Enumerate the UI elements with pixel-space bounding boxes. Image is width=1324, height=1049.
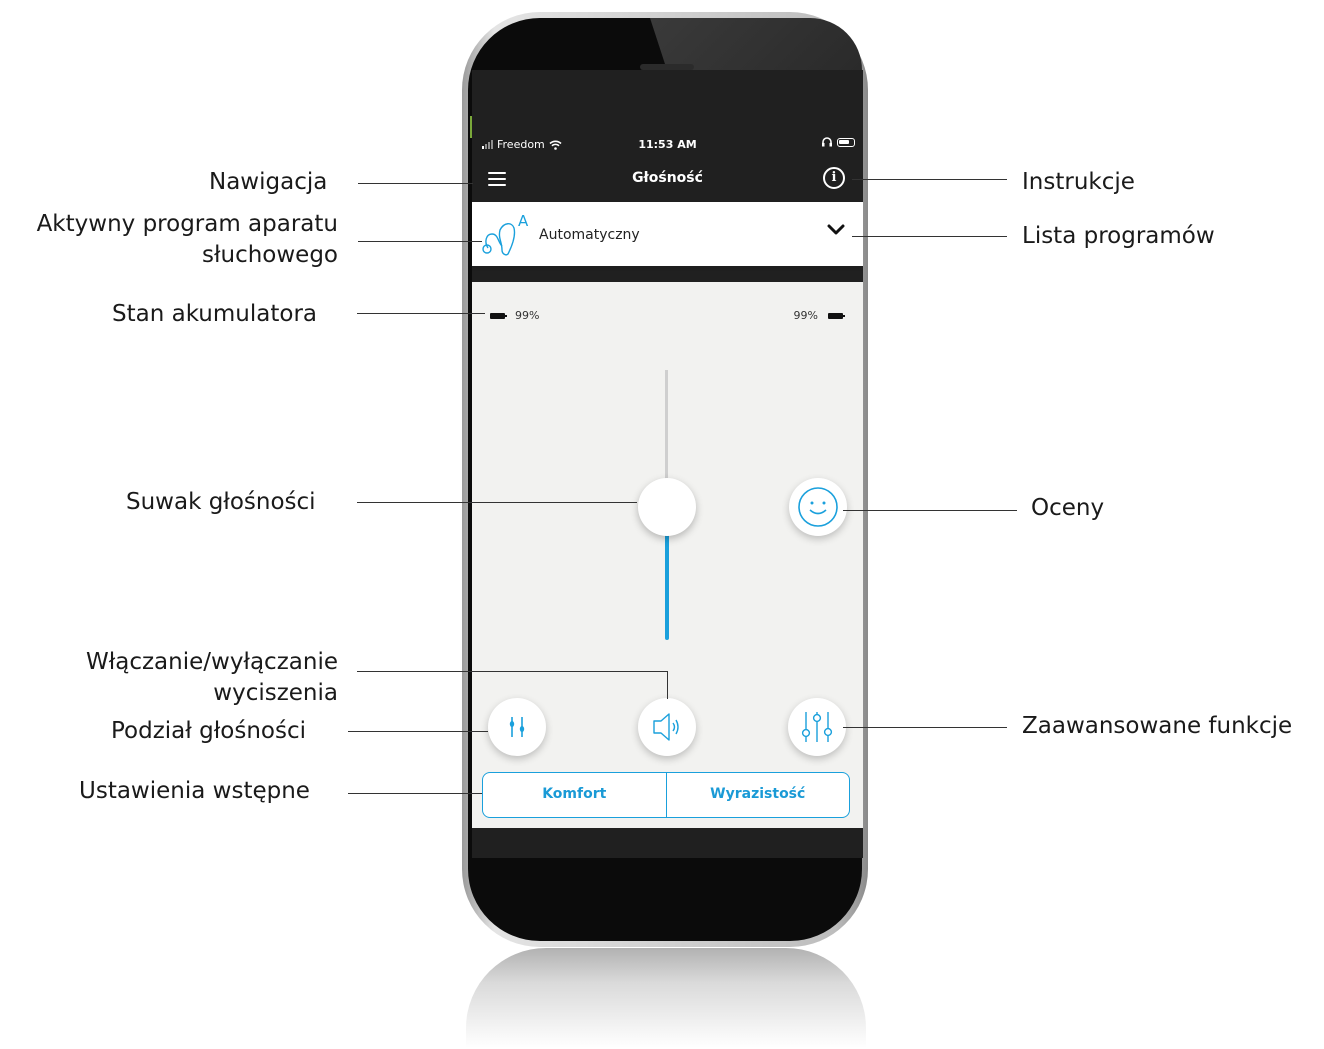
callout-battery: Stan akumulatora	[112, 301, 317, 327]
screen-glare	[650, 18, 862, 70]
advanced-features-button[interactable]	[788, 698, 846, 756]
battery-left-label: 99%	[515, 309, 540, 322]
status-right	[821, 137, 855, 147]
callout-advanced: Zaawansowane funkcje	[1022, 713, 1293, 739]
nav-bar: Głośność i	[472, 156, 863, 202]
hamburger-icon[interactable]	[488, 172, 506, 186]
program-selector[interactable]: A Automatyczny	[472, 202, 863, 266]
preset-komfort-button[interactable]: Komfort	[483, 773, 666, 817]
smiley-icon	[798, 487, 838, 527]
status-time: 11:53 AM	[638, 138, 697, 151]
callout-line	[667, 671, 668, 699]
callout-line	[852, 179, 1007, 180]
callout-line	[358, 183, 473, 184]
callout-presets: Ustawienia wstępne	[79, 778, 310, 804]
speaker-icon	[653, 713, 679, 741]
callout-line	[348, 731, 488, 732]
callout-mute-1: Włączanie/wyłączanie	[85, 649, 338, 675]
program-name: Automatyczny	[539, 227, 640, 243]
status-bar: Freedom 11:53 AM	[472, 132, 863, 156]
mute-button[interactable]	[638, 698, 696, 756]
callout-line	[852, 236, 1007, 237]
callout-line	[843, 510, 1017, 511]
volume-split-button[interactable]	[488, 698, 546, 756]
app-screen: Freedom 11:53 AM Głośność i A Automatycz…	[472, 70, 863, 858]
battery-right-label: 99%	[793, 309, 818, 322]
callout-line	[357, 671, 668, 672]
battery-icon	[828, 312, 845, 319]
program-badge: A	[518, 212, 529, 230]
headphones-icon	[822, 137, 832, 147]
callout-volume-split: Podział głośności	[111, 718, 306, 744]
callout-line	[348, 793, 482, 794]
callout-navigation: Nawigacja	[209, 169, 328, 195]
phone-reflection	[466, 948, 866, 1048]
callout-mute-2: wyciszenia	[213, 680, 338, 706]
battery-right: 99%	[793, 309, 845, 322]
sliders-icon	[801, 712, 833, 742]
volume-slider-knob[interactable]	[638, 478, 696, 536]
preset-wyrazistosc-button[interactable]: Wyrazistość	[665, 773, 850, 817]
preset-toggle: Komfort Wyrazistość	[482, 772, 850, 818]
callout-line	[357, 313, 485, 314]
callout-volume-slider: Suwak głośności	[126, 489, 316, 515]
callout-line	[843, 727, 1007, 728]
equalizer-icon	[509, 717, 525, 737]
info-icon[interactable]: i	[823, 167, 845, 189]
callout-active-program-2: słuchowego	[201, 242, 338, 268]
callout-program-list: Lista programów	[1022, 223, 1215, 249]
callout-line	[357, 502, 637, 503]
chevron-down-icon[interactable]	[827, 224, 845, 236]
rating-button[interactable]	[789, 478, 847, 536]
callout-active-program-1: Aktywny program aparatu	[36, 211, 338, 237]
callout-line	[358, 241, 482, 242]
hearing-aid-icon: A	[482, 212, 529, 256]
phone-battery-icon	[837, 137, 855, 147]
battery-left: 99%	[490, 309, 539, 322]
volume-panel: 99% 99% Komfort Wyrazistość	[472, 282, 863, 828]
page-title: Głośność	[632, 170, 703, 186]
battery-icon	[490, 312, 507, 319]
callout-instructions: Instrukcje	[1022, 169, 1135, 195]
callout-ratings: Oceny	[1031, 495, 1105, 521]
